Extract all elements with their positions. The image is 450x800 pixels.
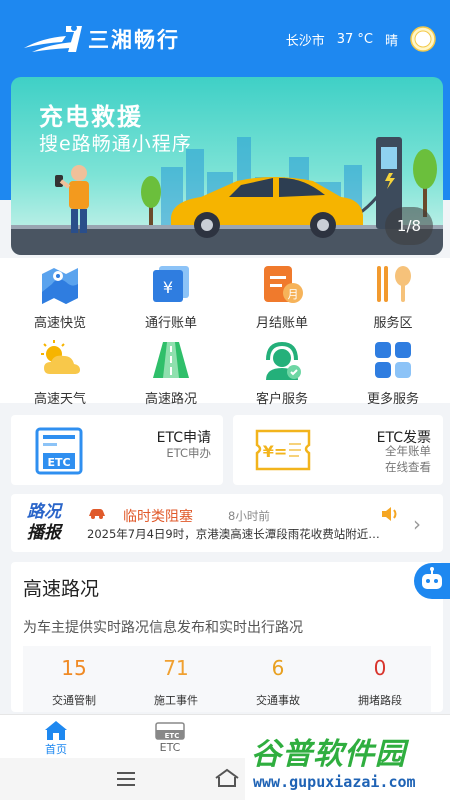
banner-subtitle: 搜e路畅通小程序 xyxy=(39,133,192,155)
service-toll-bill[interactable]: ¥ 通行账单 xyxy=(115,262,227,331)
weather-widget[interactable]: 长沙市 37 °C 晴 xyxy=(274,26,436,52)
watermark-url: www.gupuxiazai.com xyxy=(253,773,416,791)
svg-text:¥: ¥ xyxy=(163,278,173,297)
stat-construction[interactable]: 71 施工事件 xyxy=(125,656,227,708)
stat-congestion[interactable]: 0 拥堵路段 xyxy=(329,656,431,708)
stat-label: 交通事故 xyxy=(256,694,300,707)
service-highway-weather[interactable]: 高速天气 xyxy=(4,338,116,407)
logo-line-1: 路况 xyxy=(27,502,61,522)
traffic-news-ticker[interactable]: 路况 播报 临时类阻塞 8小时前 2025年7月4日9时，京港澳高速长潭段雨花收… xyxy=(11,494,443,552)
service-label: 高速快览 xyxy=(33,316,86,331)
promo-banner[interactable]: 充电救援 搜e路畅通小程序 1/8 xyxy=(11,77,443,255)
service-highway-overview[interactable]: 高速快览 xyxy=(4,262,116,331)
service-label: 服务区 xyxy=(373,316,413,331)
service-more[interactable]: 更多服务 xyxy=(337,338,449,407)
etc-apply-title: ETC申请 xyxy=(156,430,211,446)
stat-traffic-control[interactable]: 15 交通管制 xyxy=(23,656,125,708)
svg-text:ETC: ETC xyxy=(165,732,180,740)
city-label: 长沙市 xyxy=(285,33,325,49)
news-time: 8小时前 xyxy=(228,509,270,523)
news-text: 2025年7月4日9时，京港澳高速长潭段雨花收费站附近… xyxy=(87,527,380,541)
weather-icon xyxy=(41,340,80,374)
temperature-label: 37 °C xyxy=(336,31,373,47)
etc-invoice-subtitle-2: 在线查看 xyxy=(385,460,431,474)
service-grid: 高速快览 ¥ 通行账单 月 月结账单 服务区 高速天气 高速路况 客户服务 更多… xyxy=(0,258,450,407)
tab-home[interactable]: 首页 xyxy=(16,719,96,757)
home-button-icon[interactable] xyxy=(214,768,240,788)
stat-accidents[interactable]: 6 交通事故 xyxy=(227,656,329,708)
svg-text:¥=: ¥= xyxy=(263,442,288,461)
headset-icon xyxy=(266,341,301,380)
app-name: 三湘畅行 xyxy=(88,28,180,52)
service-customer-service[interactable]: 客户服务 xyxy=(226,338,338,407)
service-monthly-bill[interactable]: 月 月结账单 xyxy=(226,262,338,331)
stat-value: 71 xyxy=(163,656,189,680)
stat-value: 6 xyxy=(271,656,285,680)
app-logo: 三湘畅行 xyxy=(22,22,180,56)
stat-label: 交通管制 xyxy=(52,694,96,707)
traffic-stats: 15 交通管制 71 施工事件 6 交通事故 0 拥堵路段 xyxy=(23,646,431,712)
etc-invoice-subtitle-1: 全年账单 xyxy=(385,444,431,458)
tab-label: 首页 xyxy=(45,743,67,756)
etc-apply-card[interactable]: ETC ETC申请 ETC申办 xyxy=(11,415,223,485)
etc-apply-subtitle: ETC申办 xyxy=(166,446,211,460)
robot-icon xyxy=(422,567,442,589)
stat-value: 15 xyxy=(61,656,87,680)
utensils-icon xyxy=(377,266,411,302)
svg-text:ETC: ETC xyxy=(47,456,70,469)
section-description: 为车主提供实时路况信息发布和实时出行路况 xyxy=(23,620,303,636)
service-label: 高速天气 xyxy=(33,392,86,407)
assistant-robot-button[interactable] xyxy=(414,563,450,599)
stat-label: 施工事件 xyxy=(154,694,198,707)
yuan-bill-icon: ¥ xyxy=(153,266,189,302)
sun-icon xyxy=(410,26,436,52)
news-category-tag: 临时类阻塞 xyxy=(123,509,193,525)
etc-tab-icon: ETC xyxy=(155,722,185,740)
banner-title: 充电救援 xyxy=(39,103,143,131)
service-label: 高速路况 xyxy=(144,392,197,407)
speaker-icon xyxy=(382,507,397,521)
section-title: 高速路况 xyxy=(23,578,100,600)
logo-line-2: 播报 xyxy=(27,523,61,543)
service-label: 更多服务 xyxy=(366,392,419,407)
chevron-right-icon[interactable]: › xyxy=(413,512,421,536)
service-highway-traffic[interactable]: 高速路况 xyxy=(115,338,227,407)
banner-pager: 1/8 xyxy=(385,207,433,245)
car-alert-icon xyxy=(89,509,105,519)
stat-label: 拥堵路段 xyxy=(358,694,402,707)
header-bar: 三湘畅行 长沙市 37 °C 晴 xyxy=(0,0,450,78)
site-watermark: 谷普软件园 www.gupuxiazai.com xyxy=(245,727,450,800)
stat-value: 0 xyxy=(373,656,387,680)
service-label: 通行账单 xyxy=(144,316,197,331)
traffic-broadcast-logo: 路况 播报 xyxy=(27,502,73,544)
etc-card-icon: ETC xyxy=(35,427,83,475)
watermark-title: 谷普软件园 xyxy=(251,737,406,772)
etc-invoice-card[interactable]: ¥= ETC发票 全年账单 在线查看 xyxy=(233,415,443,485)
tab-label: ETC xyxy=(159,741,181,754)
invoice-icon: ¥= xyxy=(255,429,311,471)
weather-label: 晴 xyxy=(384,33,398,49)
service-service-area[interactable]: 服务区 xyxy=(337,262,449,331)
grid-icon xyxy=(375,342,411,378)
monthly-bill-icon: 月 xyxy=(264,266,303,303)
home-icon xyxy=(45,721,67,740)
highway-conditions-card: 高速路况 为车主提供实时路况信息发布和实时出行路况 15 交通管制 71 施工事… xyxy=(11,562,443,712)
menu-icon[interactable] xyxy=(116,771,136,787)
service-label: 月结账单 xyxy=(255,316,308,331)
tab-etc[interactable]: ETC ETC xyxy=(130,719,210,754)
road-icon xyxy=(153,342,189,378)
logo-mark-icon xyxy=(24,25,82,52)
service-label: 客户服务 xyxy=(255,392,308,407)
map-icon xyxy=(42,268,78,304)
svg-text:月: 月 xyxy=(288,288,299,301)
